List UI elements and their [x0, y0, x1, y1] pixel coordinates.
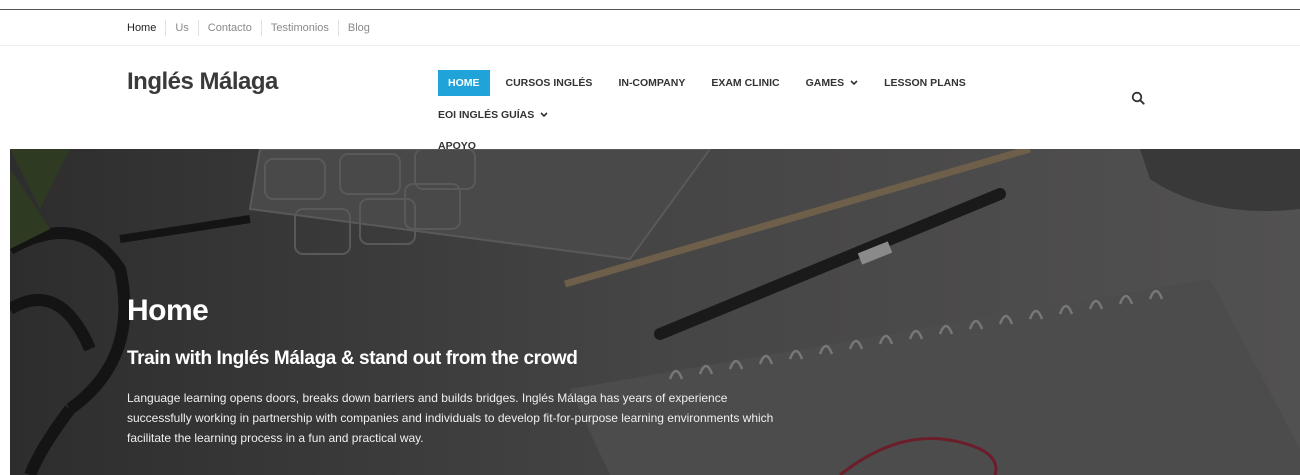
search-icon[interactable]: [1131, 91, 1145, 105]
nav-item-lesson-plans[interactable]: LESSON PLANS: [884, 70, 966, 96]
nav-item-eoi-ingles-guias[interactable]: EOI INGLÉS GUÍAS: [438, 102, 548, 128]
top-rule: [0, 9, 1300, 10]
top-link-us[interactable]: Us: [165, 20, 197, 36]
chevron-down-icon: [540, 112, 548, 118]
nav-item-games[interactable]: GAMES: [806, 70, 859, 96]
top-links-bar: Home Us Contacto Testimonios Blog: [127, 20, 379, 36]
hero-description: Language learning opens doors, breaks do…: [127, 391, 774, 445]
nav-item-label: EXAM CLINIC: [711, 77, 780, 89]
nav-item-label: CURSOS INGLÉS: [505, 77, 593, 89]
page-title: Home: [127, 294, 209, 327]
chevron-down-icon: [850, 80, 858, 86]
main-nav: HOME CURSOS INGLÉS IN-COMPANY EXAM CLINI…: [438, 70, 1118, 152]
hero-banner: Home Train with Inglés Málaga & stand ou…: [10, 149, 1300, 475]
nav-item-label: EOI INGLÉS GUÍAS: [438, 109, 535, 121]
top-link-blog[interactable]: Blog: [337, 20, 379, 36]
nav-item-in-company[interactable]: IN-COMPANY: [618, 70, 685, 96]
nav-item-label: IN-COMPANY: [618, 77, 686, 89]
nav-item-exam-clinic[interactable]: EXAM CLINIC: [711, 70, 779, 96]
top-link-contacto[interactable]: Contacto: [197, 20, 261, 36]
hero-subtitle: Train with Inglés Málaga & stand out fro…: [127, 348, 578, 369]
nav-item-cursos-ingles[interactable]: CURSOS INGLÉS: [506, 70, 593, 96]
site-logo[interactable]: Inglés Málaga: [127, 68, 278, 96]
nav-item-home[interactable]: HOME: [438, 70, 490, 96]
top-link-home[interactable]: Home: [127, 20, 165, 36]
hero-content: Home Train with Inglés Málaga & stand ou…: [127, 294, 827, 448]
nav-item-label: LESSON PLANS: [884, 77, 966, 89]
nav-item-label: HOME: [448, 77, 480, 89]
nav-item-label: GAMES: [805, 77, 845, 89]
header-divider: [0, 45, 1300, 46]
top-link-testimonios[interactable]: Testimonios: [260, 20, 338, 36]
